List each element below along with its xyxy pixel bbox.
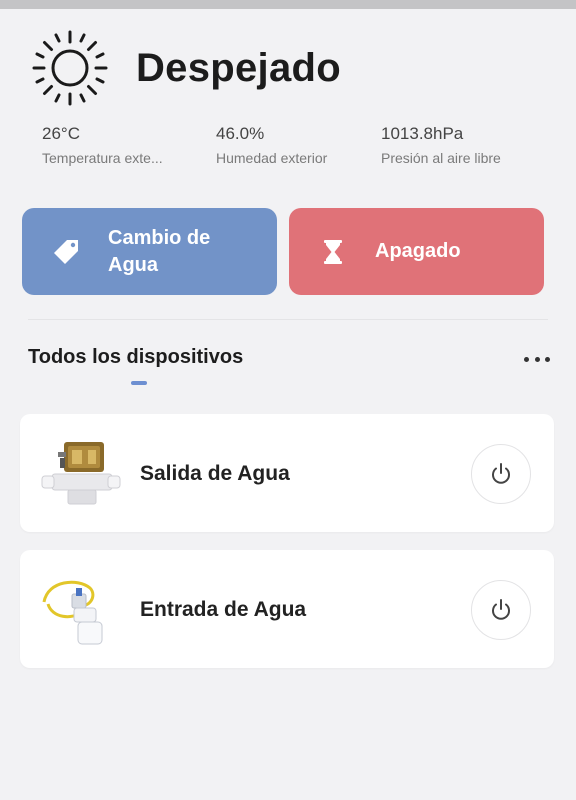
device-name-entrada: Entrada de Agua [140,598,307,621]
section-title[interactable]: Todos los dispositivos [28,346,243,369]
tag-icon [54,239,78,264]
weather-stats: 26°C Temperatura exte... 46.0% Humedad e… [0,124,576,174]
stat-pressure: 1013.8hPa Presión al aire libre [381,124,501,166]
divider [28,319,548,320]
device-card-salida[interactable]: Salida de Agua [20,414,554,532]
hourglass-icon [324,239,342,264]
water-change-button[interactable]: Cambio de Agua [22,208,277,295]
stat-humidity: 46.0% Humedad exterior [216,124,327,166]
power-button-salida[interactable] [471,444,531,504]
more-dots-icon[interactable] [520,348,554,370]
temperature-label: Temperatura exte... [42,150,163,166]
status-bar-strip [0,0,576,9]
device-name-salida: Salida de Agua [140,462,290,485]
off-button[interactable]: Apagado [289,208,544,295]
device-card-entrada[interactable]: Entrada de Agua [20,550,554,668]
off-label: Apagado [375,240,461,262]
dot [534,356,540,362]
weather-condition: Despejado [136,45,341,90]
humidity-label: Humedad exterior [216,150,328,166]
water-inlet-fitting-image [42,580,103,645]
water-change-label: Cambio de Agua [108,226,211,276]
humidity-value: 46.0% [216,124,265,143]
pressure-value: 1013.8hPa [381,124,464,143]
solenoid-valve-image [41,442,121,505]
dot [524,356,529,362]
pressure-label: Presión al aire libre [381,150,501,166]
dot [545,356,550,362]
temperature-value: 26°C [42,124,80,143]
sun-icon [32,30,108,106]
tab-indicator [131,381,147,385]
power-button-entrada[interactable] [471,580,531,640]
power-icon [492,463,510,484]
stat-temperature: 26°C Temperatura exte... [42,124,163,166]
power-icon [492,599,510,620]
weather-header: Despejado [30,28,341,108]
